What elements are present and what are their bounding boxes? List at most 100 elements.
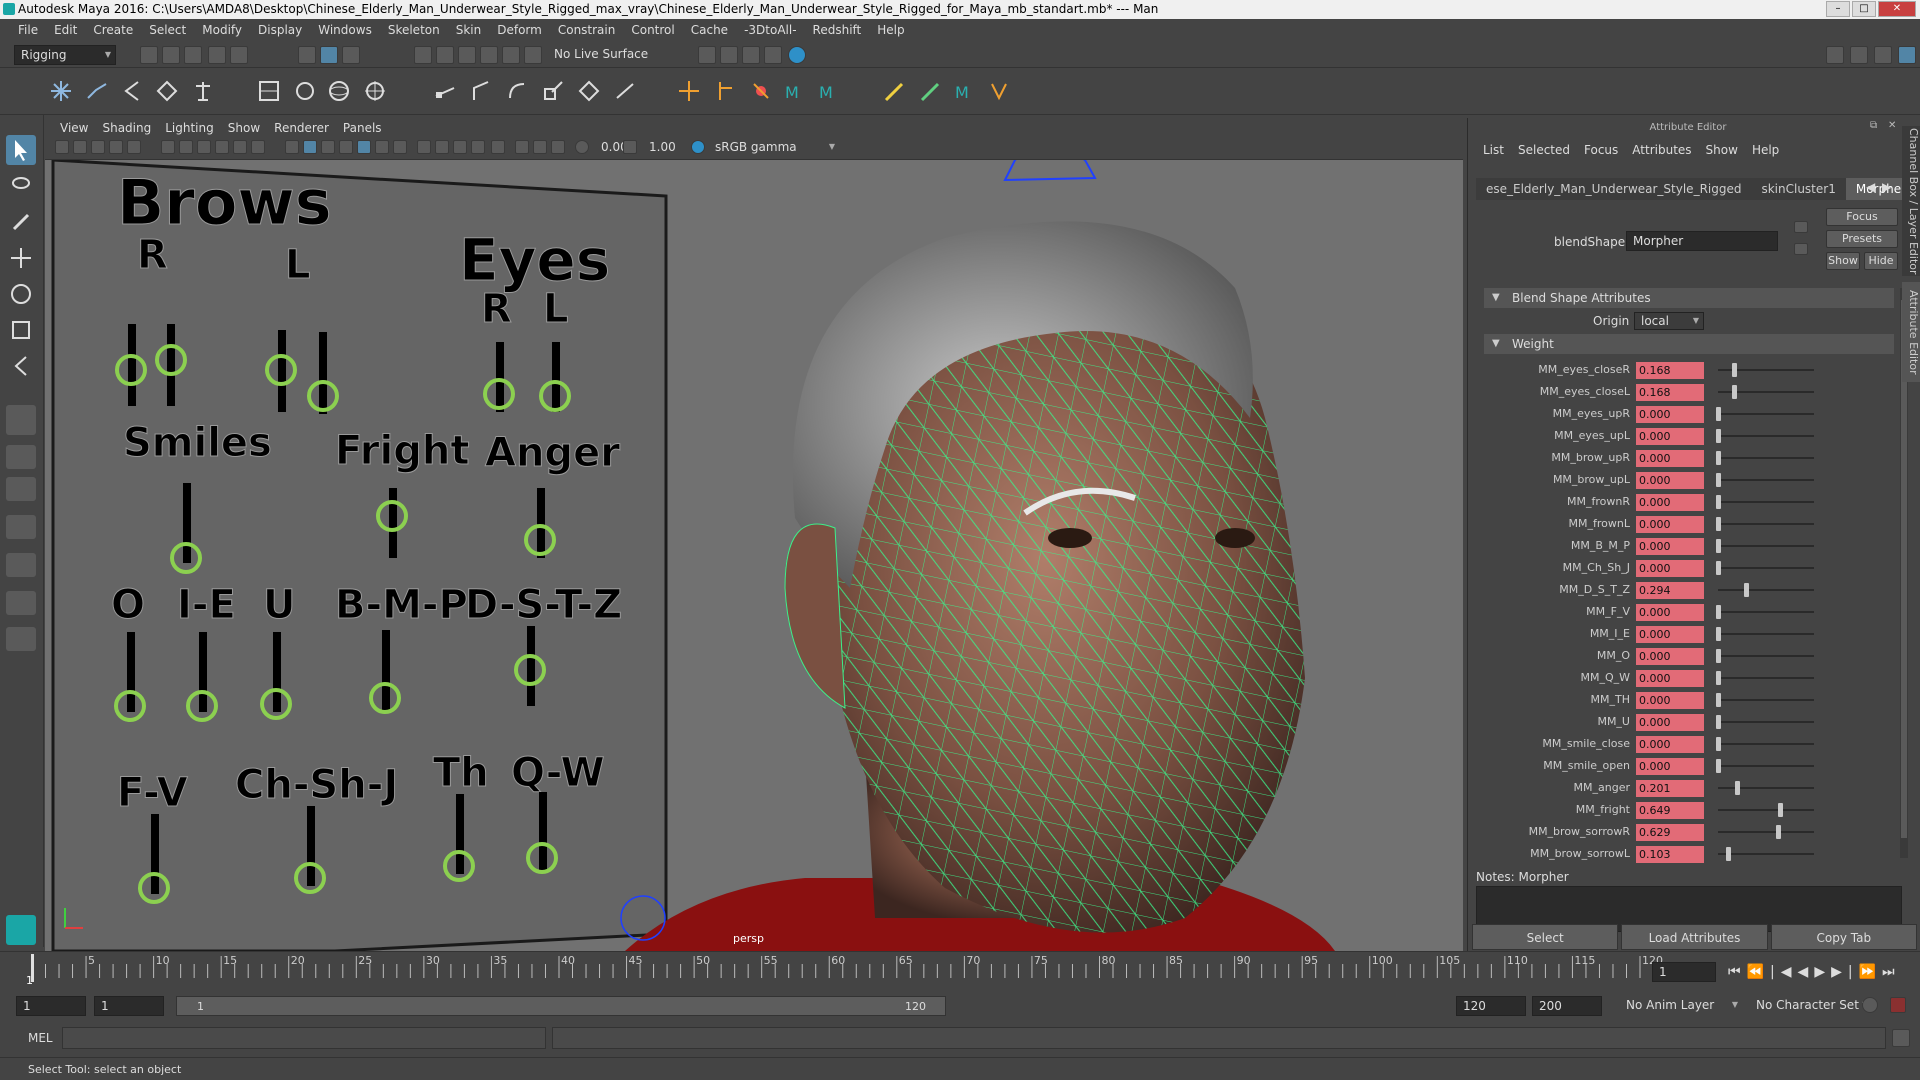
weight-slider-handle[interactable] [1716,671,1721,685]
board-slider-handle[interactable] [114,690,146,722]
anim-end-field[interactable]: 200 [1532,996,1602,1016]
weight-value-field[interactable]: 0.000 [1636,560,1704,577]
weight-value-field[interactable]: 0.629 [1636,824,1704,841]
new-scene-icon[interactable] [140,46,158,64]
play-back-icon[interactable]: ◀ [1798,964,1815,980]
snap-view-icon[interactable] [480,46,498,64]
panel-menu-shading[interactable]: Shading [95,121,158,135]
weight-slider-track[interactable] [1718,523,1814,525]
presets-button[interactable]: Presets [1826,230,1898,248]
weight-slider-handle[interactable] [1732,385,1737,399]
panel-menu-view[interactable]: View [53,121,95,135]
board-slider-handle[interactable] [524,524,556,556]
menu-skeleton[interactable]: Skeleton [380,23,448,37]
redo-icon[interactable] [230,46,248,64]
output-connections-icon[interactable] [1794,243,1808,255]
weight-value-field[interactable]: 0.000 [1636,604,1704,621]
hide-button[interactable]: Hide [1864,252,1898,270]
v-tool-icon[interactable] [986,78,1012,104]
section-blend-shape-attributes[interactable]: Blend Shape Attributes [1484,288,1894,308]
constraint-aim-icon[interactable] [468,78,494,104]
menuset-dropdown[interactable]: Rigging [14,45,116,65]
paint-select-icon[interactable] [6,207,36,237]
set-key-icon[interactable] [748,78,774,104]
script-tool-b-icon[interactable] [916,78,942,104]
weight-slider-handle[interactable] [1776,825,1781,839]
weight-value-field[interactable]: 0.000 [1636,472,1704,489]
weight-slider-handle[interactable] [1726,847,1731,861]
range-slider[interactable]: 1 120 [176,996,946,1016]
board-slider-handle[interactable] [155,344,187,376]
mm-tool-c-icon[interactable]: M [952,78,978,104]
constraint-pole-icon[interactable] [612,78,638,104]
gate-mask-icon[interactable] [215,140,229,154]
board-slider-handle[interactable] [483,378,515,410]
board-slider-handle[interactable] [265,354,297,386]
weight-value-field[interactable]: 0.168 [1636,362,1704,379]
ao-icon[interactable] [417,140,431,154]
mm-tool-a-icon[interactable]: M [782,78,808,104]
menu-3dtoall[interactable]: -3DtoAll- [736,23,804,37]
xray-icon[interactable] [515,140,529,154]
persp-outliner-icon[interactable] [6,477,36,501]
command-input[interactable] [62,1027,546,1049]
current-frame-field[interactable]: 1 [1652,962,1716,982]
load-attributes-button[interactable]: Load Attributes [1621,924,1768,950]
render-view-icon[interactable] [698,46,716,64]
mm-tool-b-icon[interactable]: M [816,78,842,104]
wireframe-icon[interactable] [285,140,299,154]
weight-slider-track[interactable] [1718,545,1814,547]
weight-slider-handle[interactable] [1716,759,1721,773]
weight-slider-track[interactable] [1718,633,1814,635]
persp-graph-icon[interactable] [6,515,36,539]
weight-slider-track[interactable] [1718,765,1814,767]
color-management-icon[interactable] [691,140,705,154]
show-button[interactable]: Show [1826,252,1860,270]
ik-handle-icon[interactable] [84,78,110,104]
close-panel-icon[interactable]: ✕ [1888,120,1896,131]
weight-value-field[interactable]: 0.000 [1636,516,1704,533]
board-slider-handle[interactable] [115,354,147,386]
weight-slider-handle[interactable] [1716,429,1721,443]
focus-button[interactable]: Focus [1826,208,1898,226]
weight-slider-track[interactable] [1718,831,1814,833]
board-slider-handle[interactable] [376,500,408,532]
weight-value-field[interactable]: 0.000 [1636,494,1704,511]
weight-value-field[interactable]: 0.168 [1636,384,1704,401]
joint-tool-icon[interactable] [48,78,74,104]
open-scene-icon[interactable] [162,46,180,64]
default-material-icon[interactable] [321,140,335,154]
weight-value-field[interactable]: 0.000 [1636,648,1704,665]
hypershade-icon[interactable] [788,46,806,64]
camera-select-icon[interactable] [55,140,69,154]
weight-value-field[interactable]: 0.649 [1636,802,1704,819]
menu-redshift[interactable]: Redshift [805,23,870,37]
camera-attributes-icon[interactable] [73,140,87,154]
insert-joint-icon[interactable] [154,78,180,104]
weight-slider-handle[interactable] [1716,495,1721,509]
undo-icon[interactable] [208,46,226,64]
board-slider-handle[interactable] [526,842,558,874]
mel-label[interactable]: MEL [28,1031,53,1045]
ae-menu-help[interactable]: Help [1745,143,1786,157]
menu-control[interactable]: Control [623,23,682,37]
move-tool-icon[interactable] [6,243,36,273]
weight-slider-track[interactable] [1718,655,1814,657]
weight-slider-track[interactable] [1718,787,1814,789]
shadows-icon[interactable] [393,140,407,154]
select-button[interactable]: Select [1472,924,1619,950]
weight-slider-track[interactable] [1718,721,1814,723]
weight-slider-handle[interactable] [1744,583,1749,597]
playback-start-field[interactable]: 1 [94,996,164,1016]
menu-file[interactable]: File [10,23,46,37]
weight-value-field[interactable]: 0.000 [1636,670,1704,687]
constraint-orient-icon[interactable] [504,78,530,104]
save-scene-icon[interactable] [184,46,202,64]
attribute-editor-side-tab[interactable]: Attribute Editor [1902,282,1920,382]
weight-slider-handle[interactable] [1716,517,1721,531]
weight-slider-track[interactable] [1718,699,1814,701]
ae-menu-focus[interactable]: Focus [1577,143,1625,157]
preferences-icon[interactable] [1890,997,1906,1013]
menu-create[interactable]: Create [85,23,141,37]
lattice-icon[interactable] [326,78,352,104]
